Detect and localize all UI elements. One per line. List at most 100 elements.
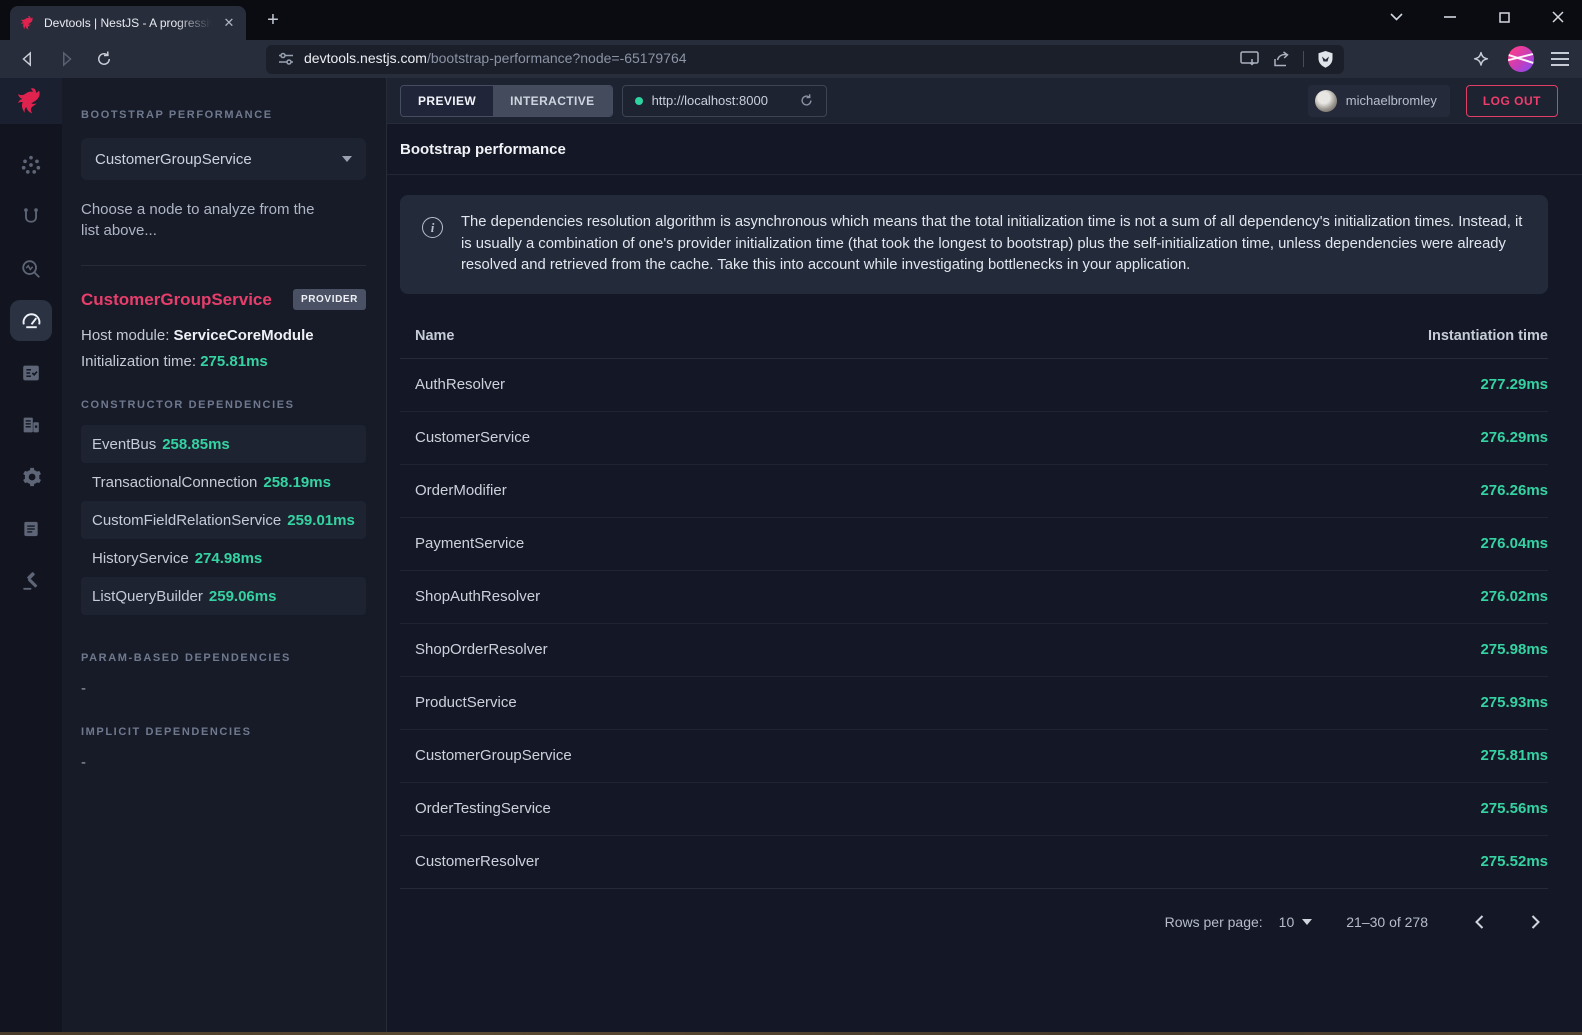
minimize-button[interactable] [1436,4,1464,30]
pagination: Rows per page: 10 21–30 of 278 [400,902,1548,942]
user-chip[interactable]: michaelbromley [1308,85,1450,117]
username: michaelbromley [1346,93,1437,108]
table-row[interactable]: PaymentService 276.04ms [400,518,1548,571]
browser-profile-avatar[interactable] [1508,46,1534,72]
mode-segmented-control: PREVIEW INTERACTIVE [400,85,613,117]
preview-button[interactable]: PREVIEW [401,86,493,116]
toolbar-right [1470,46,1570,72]
table-row[interactable]: CustomerService 276.29ms [400,412,1548,465]
browser-window: Devtools | NestJS - A progressive ✕ + [0,0,1582,1035]
sidebar-item-settings[interactable] [10,456,52,497]
new-tab-button[interactable]: + [260,8,286,34]
sidebar-item-modules[interactable] [10,404,52,445]
menu-icon[interactable] [1550,51,1570,67]
forward-icon[interactable] [54,47,78,71]
row-time: 275.98ms [1480,641,1548,658]
table-row[interactable]: OrderTestingService 275.56ms [400,783,1548,836]
node-select-value: CustomerGroupService [95,151,252,168]
row-name: AuthResolver [400,376,505,393]
dependency-item[interactable]: CustomFieldRelationService 259.01ms [81,501,366,539]
previous-page-button[interactable] [1466,909,1492,935]
row-name: OrderModifier [400,482,507,499]
refresh-icon[interactable] [799,93,814,108]
row-name: PaymentService [400,535,524,552]
row-time: 275.52ms [1480,853,1548,870]
devtools-app: BOOTSTRAP PERFORMANCE CustomerGroupServi… [0,78,1582,1033]
maximize-button[interactable] [1490,4,1518,30]
sidebar-item-bootstrap-performance[interactable] [10,300,52,341]
sidebar-item-flow[interactable] [10,196,52,237]
sidebar-item-audit[interactable] [10,352,52,393]
insights-search-icon [20,258,42,280]
dependency-item[interactable]: ListQueryBuilder 259.06ms [81,577,366,615]
column-name: Name [400,328,455,344]
row-time: 275.56ms [1480,800,1548,817]
row-time: 275.93ms [1480,694,1548,711]
implicit-deps-empty: - [81,754,366,771]
brave-shield-icon[interactable] [1317,50,1334,68]
url-text[interactable]: devtools.nestjs.com/bootstrap-performanc… [304,50,687,68]
row-name: CustomerGroupService [400,747,572,764]
column-instantiation-time: Instantiation time [1428,328,1548,344]
implicit-deps-heading: IMPLICIT DEPENDENCIES [81,726,366,738]
close-window-button[interactable] [1544,4,1572,30]
dependency-time: 259.06ms [209,588,277,605]
cast-icon[interactable] [1240,51,1259,67]
site-settings-icon[interactable] [278,51,294,67]
sidebar-item-logs[interactable] [10,508,52,549]
rows-per-page-select[interactable]: 10 [1279,914,1313,930]
interactive-button[interactable]: INTERACTIVE [493,86,611,116]
sidebar-item-insights[interactable] [10,248,52,289]
panel-hint: Choose a node to analyze from the list a… [81,199,331,241]
constructor-deps-heading: CONSTRUCTOR DEPENDENCIES [81,399,366,411]
tab-search-icon[interactable] [1382,4,1410,30]
table-row[interactable]: ProductService 275.93ms [400,677,1548,730]
share-icon[interactable] [1272,51,1290,68]
dependency-item[interactable]: TransactionalConnection 258.19ms [81,463,366,501]
table-row[interactable]: AuthResolver 277.29ms [400,359,1548,412]
row-name: ProductService [400,694,517,711]
rail-items [10,144,52,601]
table-row[interactable]: CustomerResolver 275.52ms [400,836,1548,889]
logout-button[interactable]: LOG OUT [1466,85,1558,117]
row-name: CustomerResolver [400,853,539,870]
reload-icon[interactable] [92,47,116,71]
address-bar[interactable]: devtools.nestjs.com/bootstrap-performanc… [266,45,1344,74]
nestjs-logo-icon [16,86,46,116]
sidebar-item-tools[interactable] [10,560,52,601]
main-content: PREVIEW INTERACTIVE http://localhost:800… [387,78,1582,1033]
dependency-item[interactable]: EventBus 258.85ms [81,425,366,463]
node-header: CustomerGroupService PROVIDER [81,289,366,310]
row-time: 276.04ms [1480,535,1548,552]
url-path: /bootstrap-performance?node=-65179764 [427,50,687,66]
param-deps-heading: PARAM-BASED DEPENDENCIES [81,652,366,664]
row-time: 275.81ms [1480,747,1548,764]
host-module-line: Host module: ServiceCoreModule [81,327,366,344]
dependency-item[interactable]: HistoryService 274.98ms [81,539,366,577]
table-row[interactable]: OrderModifier 276.26ms [400,465,1548,518]
browser-tab[interactable]: Devtools | NestJS - A progressive ✕ [10,6,246,40]
checklist-icon [20,362,42,384]
table-row[interactable]: CustomerGroupService 275.81ms [400,730,1548,783]
document-icon [21,519,41,539]
dependency-time: 259.01ms [287,512,355,529]
next-page-button[interactable] [1522,909,1548,935]
table-row[interactable]: ShopOrderResolver 275.98ms [400,624,1548,677]
row-name: CustomerService [400,429,530,446]
constructor-deps-list: EventBus 258.85ms TransactionalConnectio… [81,425,366,615]
param-deps-empty: - [81,680,366,697]
table-row[interactable]: ShopAuthResolver 276.02ms [400,571,1548,624]
nestjs-logo[interactable] [0,78,62,124]
tab-title: Devtools | NestJS - A progressive [44,16,212,30]
tab-close-icon[interactable]: ✕ [220,14,238,32]
sidebar-item-graph[interactable] [10,144,52,185]
node-select[interactable]: CustomerGroupService [81,138,366,180]
host-module-value: ServiceCoreModule [174,327,314,344]
info-box: i The dependencies resolution algorithm … [400,195,1548,294]
leo-ai-icon[interactable] [1470,48,1492,70]
init-time-value: 275.81ms [200,353,268,370]
dependency-time: 258.19ms [263,474,331,491]
back-icon[interactable] [16,47,40,71]
chevron-down-icon [342,156,352,162]
target-url-box[interactable]: http://localhost:8000 [622,85,827,117]
